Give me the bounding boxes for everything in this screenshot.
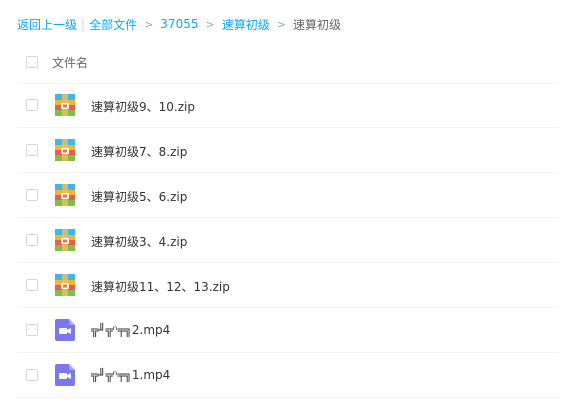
file-name[interactable]: 速算初级3、4.zip	[91, 233, 187, 250]
list-item[interactable]: 速算初级7、8.zip	[17, 129, 559, 173]
breadcrumb-folder-37055[interactable]: 37055	[160, 17, 198, 31]
file-name[interactable]: ╦╜╦ⁿ╤╗2.mp4	[91, 323, 170, 337]
row-checkbox[interactable]	[26, 279, 38, 291]
row-checkbox[interactable]	[26, 189, 38, 201]
breadcrumb: 返回上一级 | 全部文件 > 37055 > 速算初级 > 速算初级	[17, 14, 341, 34]
column-header-filename[interactable]: 文件名	[52, 54, 88, 71]
row-checkbox[interactable]	[26, 369, 38, 381]
list-item[interactable]: 速算初级9、10.zip	[17, 84, 559, 128]
breadcrumb-separator: >	[144, 17, 154, 31]
zip-icon[interactable]	[55, 139, 75, 161]
row-checkbox[interactable]	[26, 234, 38, 246]
breadcrumb-separator: >	[205, 17, 215, 31]
file-name[interactable]: 速算初级5、6.zip	[91, 188, 187, 205]
row-checkbox[interactable]	[26, 324, 38, 336]
list-item[interactable]: 速算初级11、12、13.zip	[17, 264, 559, 308]
all-files-link[interactable]: 全部文件	[89, 16, 137, 33]
row-checkbox[interactable]	[26, 144, 38, 156]
list-header: 文件名	[17, 40, 559, 84]
zip-icon[interactable]	[55, 229, 75, 251]
list-item[interactable]: ╦╜╦ⁿ╤╗2.mp4	[17, 309, 559, 353]
breadcrumb-folder-sucuan[interactable]: 速算初级	[222, 16, 270, 33]
file-name[interactable]: 速算初级9、10.zip	[91, 98, 195, 115]
list-item[interactable]: ╦╜╦ⁿ╤╗1.mp4	[17, 354, 559, 398]
zip-icon[interactable]	[55, 94, 75, 116]
back-link[interactable]: 返回上一级	[17, 16, 77, 33]
breadcrumb-current: 速算初级	[292, 17, 341, 32]
file-name[interactable]: 速算初级11、12、13.zip	[91, 278, 230, 295]
zip-icon[interactable]	[55, 184, 75, 206]
select-all-checkbox[interactable]	[26, 56, 38, 68]
file-name[interactable]: ╦╜╦ⁿ╤╗1.mp4	[91, 368, 170, 382]
zip-icon[interactable]	[55, 274, 75, 296]
video-icon[interactable]	[55, 319, 75, 341]
list-item[interactable]: 速算初级5、6.zip	[17, 174, 559, 218]
row-checkbox[interactable]	[26, 99, 38, 111]
list-item[interactable]: 速算初级3、4.zip	[17, 219, 559, 263]
breadcrumb-separator: >	[276, 17, 286, 31]
breadcrumb-divider: |	[81, 17, 86, 31]
video-icon[interactable]	[55, 364, 75, 386]
file-name[interactable]: 速算初级7、8.zip	[91, 143, 187, 160]
